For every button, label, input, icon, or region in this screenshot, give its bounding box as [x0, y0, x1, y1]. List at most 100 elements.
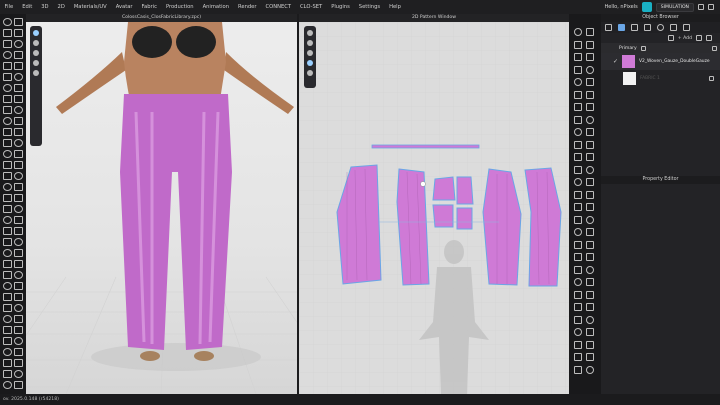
- tool-icon[interactable]: [3, 326, 12, 334]
- tool-icon[interactable]: [14, 260, 23, 268]
- tool-icon[interactable]: [574, 215, 582, 224]
- tool-icon[interactable]: [574, 190, 582, 199]
- tool-icon[interactable]: [586, 240, 594, 249]
- tool-icon[interactable]: [574, 328, 582, 336]
- tool-icon[interactable]: [574, 340, 582, 349]
- tool-icon[interactable]: [586, 78, 594, 86]
- menu-item[interactable]: Avatar: [111, 4, 137, 10]
- 3d-viewport[interactable]: ColossCasis_ClosFabricLibrary.zpc): [26, 14, 297, 394]
- tool-icon[interactable]: [574, 65, 582, 74]
- tool-icon[interactable]: [586, 178, 594, 186]
- tool-icon[interactable]: [574, 140, 582, 149]
- tool-icon[interactable]: [586, 103, 594, 111]
- 3d-tool-icon[interactable]: [33, 60, 39, 66]
- tool-icon[interactable]: [3, 128, 12, 136]
- tool-icon[interactable]: [14, 359, 23, 367]
- 2d-tool-icon[interactable]: [307, 40, 313, 46]
- tool-icon[interactable]: [586, 265, 594, 274]
- tool-icon[interactable]: [3, 337, 12, 345]
- menu-item[interactable]: Fabric: [137, 4, 161, 10]
- trim-icon[interactable]: [657, 24, 664, 31]
- tool-icon[interactable]: [14, 106, 23, 114]
- tool-icon[interactable]: [14, 282, 23, 290]
- tool-icon[interactable]: [574, 265, 582, 274]
- topstitch-icon[interactable]: [670, 24, 677, 31]
- folder-icon[interactable]: [667, 35, 674, 41]
- tool-icon[interactable]: [586, 90, 594, 99]
- tool-icon[interactable]: [3, 183, 12, 191]
- 2d-tool-icon[interactable]: [307, 50, 313, 56]
- tool-icon[interactable]: [3, 227, 12, 235]
- tool-icon[interactable]: [3, 51, 12, 59]
- menu-item[interactable]: Render: [234, 4, 261, 10]
- tool-icon[interactable]: [574, 115, 582, 124]
- tool-icon[interactable]: [3, 348, 12, 356]
- tool-icon[interactable]: [3, 73, 12, 81]
- tool-icon[interactable]: [3, 29, 12, 37]
- tool-icon[interactable]: [3, 249, 12, 257]
- tool-icon[interactable]: [14, 117, 23, 125]
- tool-icon[interactable]: [574, 90, 582, 99]
- tool-icon[interactable]: [3, 370, 12, 378]
- menu-item[interactable]: CONNECT: [261, 4, 296, 10]
- fabric-item[interactable]: ✓ V2_Woven_Gauze_DoubleGauze: [601, 53, 720, 70]
- menu-item[interactable]: Settings: [354, 4, 384, 10]
- tool-icon[interactable]: [14, 139, 23, 147]
- tool-icon[interactable]: [586, 203, 594, 211]
- tool-icon[interactable]: [3, 18, 12, 26]
- tool-icon[interactable]: [14, 183, 23, 191]
- tool-icon[interactable]: [574, 28, 582, 36]
- tool-icon[interactable]: [3, 150, 12, 158]
- tool-icon[interactable]: [3, 194, 12, 202]
- 2d-tool-icon[interactable]: [307, 70, 313, 76]
- tool-icon[interactable]: [3, 62, 12, 70]
- tool-icon[interactable]: [14, 29, 23, 37]
- tool-icon[interactable]: [586, 353, 594, 361]
- menu-item[interactable]: Animation: [198, 4, 233, 10]
- 3d-tool-icon[interactable]: [33, 70, 39, 76]
- tool-icon[interactable]: [14, 227, 23, 235]
- tool-icon[interactable]: [14, 304, 23, 312]
- tool-icon[interactable]: [586, 53, 594, 61]
- tool-icon[interactable]: [574, 103, 582, 111]
- tool-icon[interactable]: [14, 51, 23, 59]
- tool-icon[interactable]: [14, 293, 23, 301]
- simulation-mode-button[interactable]: SIMULATION: [655, 2, 694, 12]
- tool-icon[interactable]: [14, 161, 23, 169]
- menu-item[interactable]: Help: [385, 4, 406, 10]
- tool-icon[interactable]: [586, 253, 594, 261]
- menu-item[interactable]: 3D: [37, 4, 53, 10]
- tool-icon[interactable]: [14, 18, 23, 26]
- tool-icon[interactable]: [3, 304, 12, 312]
- tool-icon[interactable]: [586, 153, 594, 161]
- tool-icon[interactable]: [574, 353, 582, 361]
- tool-icon[interactable]: [3, 84, 12, 92]
- fabric-icon[interactable]: [618, 24, 625, 31]
- tool-icon[interactable]: [586, 340, 594, 349]
- menu-item[interactable]: Edit: [18, 4, 37, 10]
- button-icon[interactable]: [644, 24, 651, 31]
- tool-icon[interactable]: [574, 365, 582, 374]
- tool-icon[interactable]: [574, 203, 582, 211]
- more-icon[interactable]: [683, 24, 690, 31]
- tool-icon[interactable]: [574, 303, 582, 311]
- tool-icon[interactable]: [3, 271, 12, 279]
- tool-icon[interactable]: [586, 40, 594, 49]
- tool-icon[interactable]: [586, 165, 594, 174]
- tool-icon[interactable]: [3, 216, 12, 224]
- list-icon[interactable]: [605, 24, 612, 31]
- tool-icon[interactable]: [586, 228, 594, 236]
- copy-icon[interactable]: [696, 35, 702, 41]
- tool-icon[interactable]: [14, 73, 23, 81]
- tool-icon[interactable]: [14, 172, 23, 180]
- tool-icon[interactable]: [574, 315, 582, 324]
- fabric-item[interactable]: FABRIC 1: [601, 70, 720, 87]
- primary-group-row[interactable]: Primary: [601, 43, 720, 53]
- tool-icon[interactable]: [586, 278, 594, 286]
- tool-icon[interactable]: [14, 216, 23, 224]
- tool-icon[interactable]: [574, 178, 582, 186]
- tool-icon[interactable]: [586, 28, 594, 36]
- tool-icon[interactable]: [586, 65, 594, 74]
- menu-item[interactable]: Production: [161, 4, 198, 10]
- menu-item[interactable]: Plugins: [327, 4, 355, 10]
